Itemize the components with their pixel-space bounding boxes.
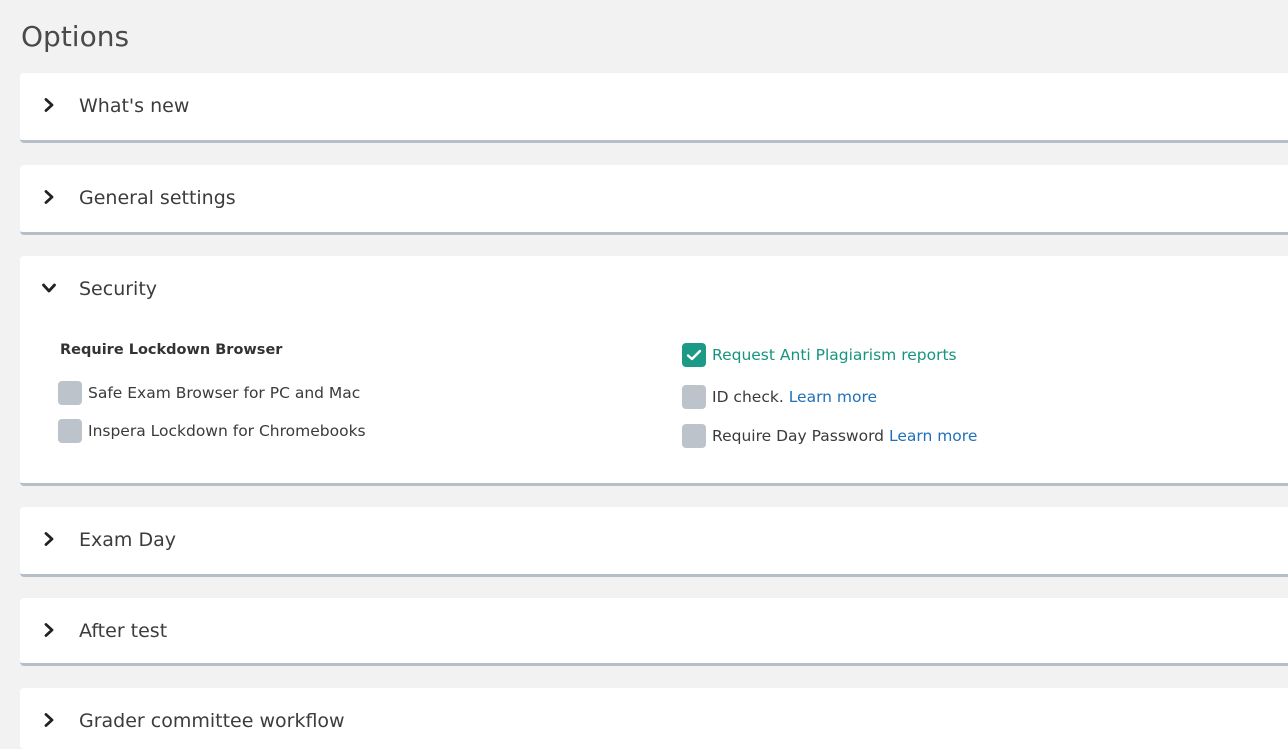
checkbox-label: ID check. Learn more <box>712 388 877 406</box>
checkbox-unchecked[interactable] <box>682 424 706 448</box>
options-canvas: Options What's new General settings Secu… <box>0 0 1288 749</box>
panel-security: Security Require Lockdown Browser Safe E… <box>20 256 1288 486</box>
chevron-right-icon <box>41 712 57 728</box>
panel-header-security[interactable]: Security <box>20 256 1288 322</box>
panel-label-after-test: After test <box>79 620 168 642</box>
panel-header-general-settings[interactable]: General settings <box>20 165 1288 231</box>
learn-more-link[interactable]: Learn more <box>789 388 877 406</box>
checkmark-icon <box>686 349 702 361</box>
panel-header-whats-new[interactable]: What's new <box>20 73 1288 139</box>
checkbox-label: Request Anti Plagiarism reports <box>712 346 957 364</box>
checkbox-day-password[interactable]: Require Day Password Learn more <box>682 423 977 449</box>
checkbox-unchecked[interactable] <box>682 385 706 409</box>
checkbox-checked[interactable] <box>682 343 706 367</box>
panel-label-grader-committee: Grader committee workflow <box>79 710 345 732</box>
panel-header-after-test[interactable]: After test <box>20 598 1288 664</box>
checkbox-label: Safe Exam Browser for PC and Mac <box>88 384 361 402</box>
chevron-right-icon <box>41 622 57 638</box>
chevron-right-icon <box>41 189 57 205</box>
panel-label-exam-day: Exam Day <box>79 529 176 551</box>
panel-whats-new: What's new <box>20 73 1288 143</box>
security-content: Require Lockdown Browser Safe Exam Brows… <box>20 328 1288 478</box>
checkbox-unchecked[interactable] <box>58 419 82 443</box>
panel-label-security: Security <box>79 278 158 300</box>
panel-header-grader-committee[interactable]: Grader committee workflow <box>20 688 1288 754</box>
chevron-right-icon <box>41 97 57 113</box>
chevron-down-icon <box>41 280 57 296</box>
panel-grader-committee: Grader committee workflow <box>20 688 1288 749</box>
lockdown-heading: Require Lockdown Browser <box>60 342 283 358</box>
panel-exam-day: Exam Day <box>20 507 1288 577</box>
id-check-label: ID check. <box>712 388 784 406</box>
checkbox-safe-exam-browser[interactable]: Safe Exam Browser for PC and Mac <box>58 380 360 406</box>
page: Options What's new General settings Secu… <box>0 0 1288 749</box>
checkbox-id-check[interactable]: ID check. Learn more <box>682 384 877 410</box>
checkbox-inspera-lockdown[interactable]: Inspera Lockdown for Chromebooks <box>58 418 366 444</box>
checkbox-label: Inspera Lockdown for Chromebooks <box>88 422 366 440</box>
page-title: Options <box>21 20 130 53</box>
learn-more-link[interactable]: Learn more <box>889 427 977 445</box>
checkbox-label: Require Day Password Learn more <box>712 427 977 445</box>
panel-label-general-settings: General settings <box>79 187 236 209</box>
panel-general-settings: General settings <box>20 165 1288 235</box>
chevron-right-icon <box>41 531 57 547</box>
checkbox-unchecked[interactable] <box>58 381 82 405</box>
panel-label-whats-new: What's new <box>79 95 190 117</box>
panel-after-test: After test <box>20 598 1288 666</box>
day-password-label: Require Day Password <box>712 427 885 445</box>
checkbox-anti-plagiarism[interactable]: Request Anti Plagiarism reports <box>682 342 957 368</box>
panel-header-exam-day[interactable]: Exam Day <box>20 507 1288 573</box>
